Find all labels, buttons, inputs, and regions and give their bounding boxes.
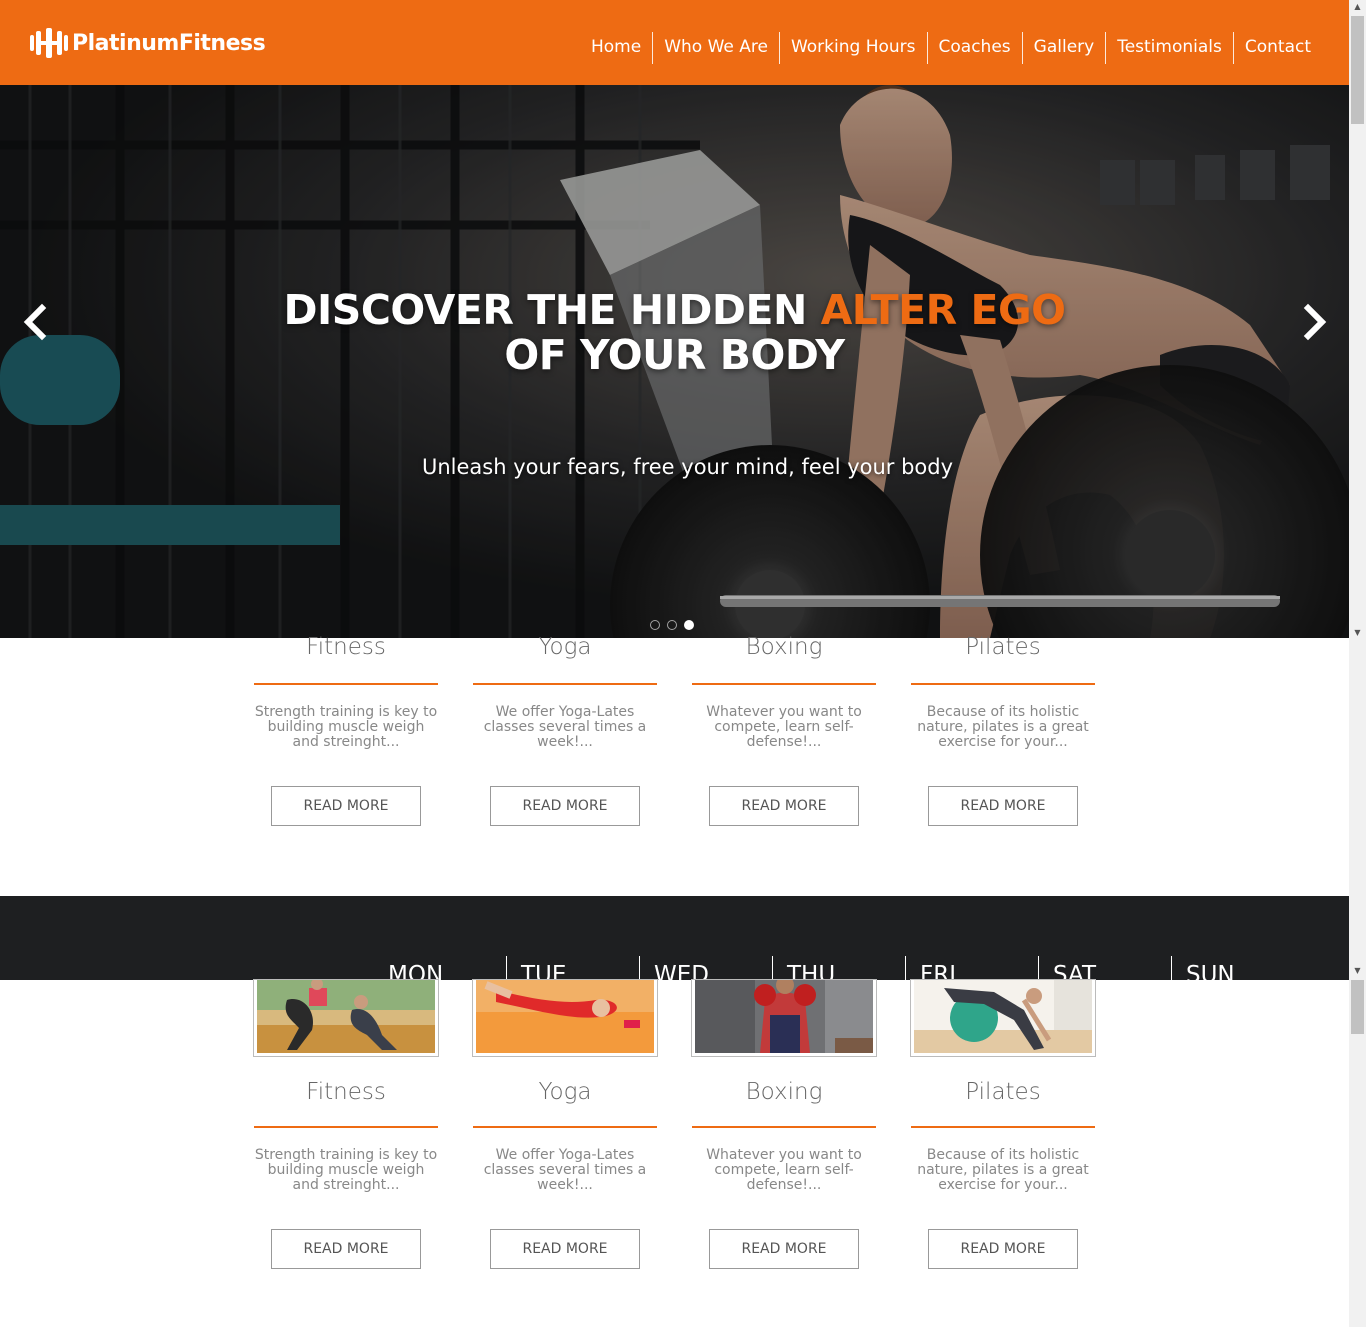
main-nav: Home Who We Are Working Hours Coaches Ga… bbox=[580, 32, 1322, 64]
day-tue: TUE bbox=[521, 962, 567, 980]
service-title: Fitness bbox=[306, 1079, 386, 1105]
service-description: Because of its holistic nature, pilates … bbox=[917, 704, 1089, 750]
service-divider bbox=[911, 1126, 1095, 1128]
day-divider bbox=[639, 956, 640, 980]
service-description: Strength training is key to building mus… bbox=[254, 704, 438, 750]
nav-contact[interactable]: Contact bbox=[1232, 32, 1322, 64]
day-divider bbox=[506, 956, 507, 980]
day-fri: FRI bbox=[920, 962, 956, 980]
scrollbar-thumb-inner[interactable] bbox=[1351, 980, 1364, 1034]
day-sun: SUN bbox=[1186, 962, 1235, 980]
slider-next-button[interactable] bbox=[1298, 300, 1334, 344]
slider-prev-button[interactable] bbox=[16, 300, 52, 344]
chevron-right-icon bbox=[1303, 303, 1327, 341]
service-title: Pilates bbox=[965, 1079, 1041, 1105]
day-mon: MON bbox=[388, 962, 444, 980]
service-divider bbox=[254, 1126, 438, 1128]
service-description: We offer Yoga-Lates classes several time… bbox=[483, 704, 647, 750]
page-scrollbar[interactable]: ▲ ▼ ▼ bbox=[1349, 0, 1366, 1327]
slider-dot-2[interactable] bbox=[667, 620, 677, 630]
nav-testimonials[interactable]: Testimonials bbox=[1105, 32, 1233, 64]
nav-home[interactable]: Home bbox=[580, 32, 652, 64]
working-hours-band: MON TUE WED THU FRI SAT SUN bbox=[0, 896, 1349, 980]
day-divider bbox=[1038, 956, 1039, 980]
brand-logo[interactable]: PlatinumFitness bbox=[28, 26, 266, 60]
service-description: Whatever you want to compete, learn self… bbox=[706, 1147, 862, 1193]
hero-subtitle: Unleash your fears, free your mind, feel… bbox=[421, 455, 954, 479]
service-image-fitness[interactable] bbox=[254, 980, 438, 1056]
service-title: Pilates bbox=[965, 634, 1041, 660]
read-more-button[interactable]: READ MORE bbox=[271, 1229, 421, 1269]
site-header: PlatinumFitness Home Who We Are Working … bbox=[0, 0, 1349, 85]
read-more-button[interactable]: READ MORE bbox=[928, 786, 1078, 826]
slider-dot-1[interactable] bbox=[650, 620, 660, 630]
service-description: Because of its holistic nature, pilates … bbox=[917, 1147, 1089, 1193]
hero-title-accent: ALTER EGO bbox=[820, 286, 1066, 334]
hero-title: DISCOVER THE HIDDEN ALTER EGO OF YOUR BO… bbox=[0, 288, 1349, 378]
nav-who-we-are[interactable]: Who We Are bbox=[652, 32, 779, 64]
service-title: Boxing bbox=[745, 1079, 823, 1105]
nav-working-hours[interactable]: Working Hours bbox=[778, 32, 927, 64]
service-description: Whatever you want to compete, learn self… bbox=[706, 704, 862, 750]
service-divider bbox=[692, 1126, 876, 1128]
read-more-button[interactable]: READ MORE bbox=[490, 786, 640, 826]
day-divider bbox=[905, 956, 906, 980]
brand-name: PlatinumFitness bbox=[72, 30, 266, 56]
services-section-top: Fitness Strength training is key to buil… bbox=[0, 634, 1349, 896]
hero-title-part1: DISCOVER THE HIDDEN bbox=[283, 286, 821, 334]
service-title: Yoga bbox=[538, 1079, 592, 1105]
service-title: Boxing bbox=[745, 634, 823, 660]
day-sat: SAT bbox=[1053, 962, 1097, 980]
day-divider bbox=[1171, 956, 1172, 980]
service-divider bbox=[254, 683, 438, 685]
service-divider bbox=[911, 683, 1095, 685]
service-image-pilates[interactable] bbox=[911, 980, 1095, 1056]
service-description: We offer Yoga-Lates classes several time… bbox=[483, 1147, 647, 1193]
service-divider bbox=[473, 683, 657, 685]
scroll-up-icon[interactable]: ▲ bbox=[1349, 0, 1366, 14]
service-divider bbox=[692, 683, 876, 685]
read-more-button[interactable]: READ MORE bbox=[709, 786, 859, 826]
day-wed: WED bbox=[654, 962, 709, 980]
nav-coaches[interactable]: Coaches bbox=[926, 32, 1022, 64]
dumbbell-icon bbox=[30, 28, 68, 58]
read-more-button[interactable]: READ MORE bbox=[709, 1229, 859, 1269]
nav-gallery[interactable]: Gallery bbox=[1021, 32, 1106, 64]
scroll-down-icon[interactable]: ▼ bbox=[1349, 964, 1366, 978]
scroll-down-icon[interactable]: ▼ bbox=[1349, 626, 1366, 640]
scrollbar-thumb[interactable] bbox=[1351, 16, 1364, 124]
service-image-yoga[interactable] bbox=[473, 980, 657, 1056]
day-thu: THU bbox=[787, 962, 836, 980]
service-title: Yoga bbox=[538, 634, 592, 660]
service-description: Strength training is key to building mus… bbox=[254, 1147, 438, 1193]
service-title: Fitness bbox=[306, 634, 386, 660]
read-more-button[interactable]: READ MORE bbox=[928, 1229, 1078, 1269]
chevron-left-icon bbox=[23, 303, 47, 341]
day-divider bbox=[772, 956, 773, 980]
hero-title-part2: OF YOUR BODY bbox=[504, 331, 845, 379]
service-divider bbox=[473, 1126, 657, 1128]
read-more-button[interactable]: READ MORE bbox=[490, 1229, 640, 1269]
slider-pagination bbox=[650, 620, 694, 630]
read-more-button[interactable]: READ MORE bbox=[271, 786, 421, 826]
hero-slider: DISCOVER THE HIDDEN ALTER EGO OF YOUR BO… bbox=[0, 85, 1349, 638]
service-image-boxing[interactable] bbox=[692, 980, 876, 1056]
services-section-bottom: Fitness Strength training is key to buil… bbox=[0, 980, 1349, 1327]
slider-dot-3[interactable] bbox=[684, 620, 694, 630]
